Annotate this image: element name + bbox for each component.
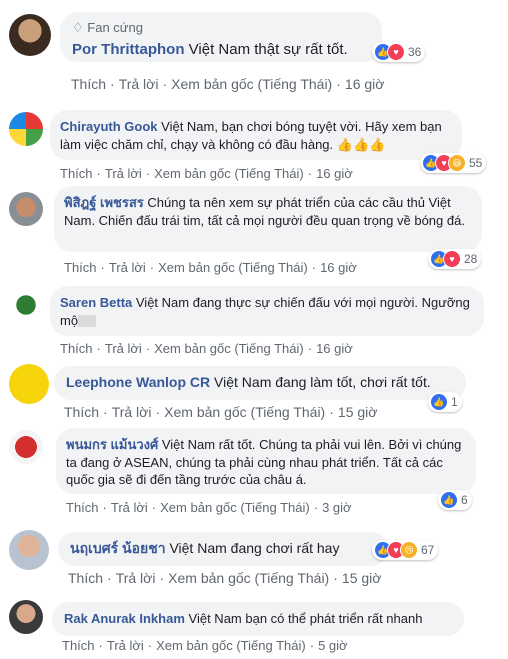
timestamp[interactable]: 5 giờ — [318, 638, 348, 653]
timestamp[interactable]: 16 giờ — [316, 166, 353, 181]
comment-actions: Thích · Trả lời · Xem bản gốc (Tiếng Thái) · 1… — [60, 341, 353, 356]
love-reaction-icon: ♥ — [387, 43, 405, 61]
timestamp[interactable]: 15 giờ — [338, 404, 378, 420]
comment-text: Việt Nam đang làm tốt, chơi rất tốt. — [214, 374, 431, 390]
timestamp[interactable]: 16 giờ — [345, 76, 385, 92]
timestamp[interactable]: 16 giờ — [320, 260, 357, 275]
avatar[interactable] — [9, 430, 43, 464]
comment-text: Việt Nam thật sự rất tốt. — [188, 40, 348, 58]
reaction-count: 1 — [451, 395, 458, 409]
timestamp[interactable]: 3 giờ — [322, 500, 352, 515]
like-link[interactable]: Thích — [64, 404, 99, 420]
like-link[interactable]: Thích — [60, 166, 93, 181]
avatar[interactable] — [9, 600, 43, 634]
see-original-link[interactable]: Xem bản gốc (Tiếng Thái) — [160, 500, 310, 515]
reaction-count: 6 — [461, 493, 468, 507]
reaction-count: 67 — [421, 543, 435, 557]
reply-link[interactable]: Trả lời — [112, 404, 152, 420]
commenter-name[interactable]: พนมกร แม้นวงศ์ — [66, 437, 158, 452]
reactions[interactable]: 👍 ♥ 😆 55 — [420, 153, 487, 173]
like-link[interactable]: Thích — [60, 341, 93, 356]
avatar[interactable] — [9, 288, 43, 322]
commenter-name[interactable]: Saren Betta — [60, 295, 132, 310]
comment-bubble: Chirayuth Gook Việt Nam, bạn chơi bóng t… — [50, 110, 462, 160]
reaction-count: 55 — [469, 156, 483, 170]
see-original-link[interactable]: Xem bản gốc (Tiếng Thái) — [154, 341, 304, 356]
commenter-name[interactable]: นฤเบศร์ น้อยชา — [70, 540, 166, 556]
sad-reaction-icon: 😢 — [400, 541, 418, 559]
commenter-name[interactable]: Rak Anurak Inkham — [64, 611, 185, 626]
comment-actions: Thích · Trả lời · Xem bản gốc (Tiếng Thái) · 3… — [66, 500, 352, 515]
reactions[interactable]: 👍 ♥ 😢 67 — [372, 540, 439, 560]
like-link[interactable]: Thích — [66, 500, 99, 515]
reactions[interactable]: 👍 1 — [428, 392, 462, 412]
reply-link[interactable]: Trả lời — [119, 76, 159, 92]
commenter-name[interactable]: Leephone Wanlop CR — [66, 374, 210, 390]
reply-link[interactable]: Trả lời — [116, 570, 156, 586]
comment-bubble: Leephone Wanlop CR Việt Nam đang làm tốt… — [54, 366, 466, 400]
reply-link[interactable]: Trả lời — [109, 260, 146, 275]
like-link[interactable]: Thích — [64, 260, 97, 275]
like-reaction-icon: 👍 — [440, 491, 458, 509]
commenter-name[interactable]: Por Thrittaphon — [72, 41, 185, 58]
timestamp[interactable]: 15 giờ — [342, 570, 382, 586]
reply-link[interactable]: Trả lời — [105, 341, 142, 356]
comment-actions: Thích · Trả lời · Xem bản gốc (Tiếng Thái) · 1… — [60, 166, 353, 181]
reactions[interactable]: 👍 6 — [438, 490, 472, 510]
comment-text: Việt Nam bạn có thể phát triển rất nhanh — [188, 611, 423, 626]
reply-link[interactable]: Trả lời — [107, 638, 144, 653]
like-link[interactable]: Thích — [68, 570, 103, 586]
like-reaction-icon: 👍 — [430, 393, 448, 411]
comment-bubble: นฤเบศร์ น้อยชา Việt Nam đang chơi rất ha… — [58, 532, 388, 566]
reaction-count: 36 — [408, 45, 422, 59]
timestamp[interactable]: 16 giờ — [316, 341, 353, 356]
love-reaction-icon: ♥ — [443, 250, 461, 268]
avatar[interactable] — [9, 14, 51, 56]
see-original-link[interactable]: Xem bản gốc (Tiếng Thái) — [156, 638, 306, 653]
avatar[interactable] — [9, 112, 43, 146]
reply-link[interactable]: Trả lời — [105, 166, 142, 181]
comment-bubble: พนมกร แม้นวงศ์ Việt Nam rất tốt. Chúng t… — [56, 428, 476, 494]
reaction-count: 28 — [464, 252, 478, 266]
reactions[interactable]: 👍 ♥ 28 — [428, 249, 482, 269]
avatar[interactable] — [9, 192, 43, 226]
avatar[interactable] — [9, 530, 49, 570]
comment-actions: Thích · Trả lời · Xem bản gốc (Tiếng Thái) · 5… — [62, 638, 348, 653]
reply-link[interactable]: Trả lời — [111, 500, 148, 515]
comment-bubble: Rak Anurak Inkham Việt Nam bạn có thể ph… — [52, 602, 464, 636]
commenter-name[interactable]: Chirayuth Gook — [60, 119, 158, 134]
comment-bubble: Saren Betta Việt Nam đang thực sự chiến … — [50, 286, 484, 336]
see-original-link[interactable]: Xem bản gốc (Tiếng Thái) — [171, 76, 332, 92]
comment-bubble: ♢ Fan cứng Por Thrittaphon Việt Nam thật… — [60, 12, 382, 62]
comment-actions: Thích · Trả lời · Xem bản gốc (Tiếng Thái) · 1… — [64, 404, 378, 420]
comment-actions: Thích · Trả lời · Xem bản gốc (Tiếng Thái) · 1… — [71, 76, 385, 92]
redacted-block — [78, 315, 97, 328]
like-link[interactable]: Thích — [71, 76, 106, 92]
see-original-link[interactable]: Xem bản gốc (Tiếng Thái) — [168, 570, 329, 586]
fan-badge: ♢ Fan cứng — [72, 20, 143, 35]
like-link[interactable]: Thích — [62, 638, 95, 653]
comment-actions: Thích · Trả lời · Xem bản gốc (Tiếng Thái) · 1… — [68, 570, 382, 586]
comment-actions: Thích · Trả lời · Xem bản gốc (Tiếng Thái) · 1… — [64, 260, 357, 275]
diamond-icon: ♢ — [72, 20, 84, 35]
avatar[interactable] — [9, 364, 49, 404]
see-original-link[interactable]: Xem bản gốc (Tiếng Thái) — [158, 260, 308, 275]
comment-bubble: พิสิฎฐ์ เพชรสร Chúng ta nên xem sự phát … — [54, 186, 482, 252]
see-original-link[interactable]: Xem bản gốc (Tiếng Thái) — [164, 404, 325, 420]
commenter-name[interactable]: พิสิฎฐ์ เพชรสร — [64, 195, 144, 210]
see-original-link[interactable]: Xem bản gốc (Tiếng Thái) — [154, 166, 304, 181]
haha-reaction-icon: 😆 — [448, 154, 466, 172]
comment-text: Việt Nam đang chơi rất hay — [169, 540, 340, 556]
reactions[interactable]: 👍 ♥ 36 — [372, 42, 426, 62]
